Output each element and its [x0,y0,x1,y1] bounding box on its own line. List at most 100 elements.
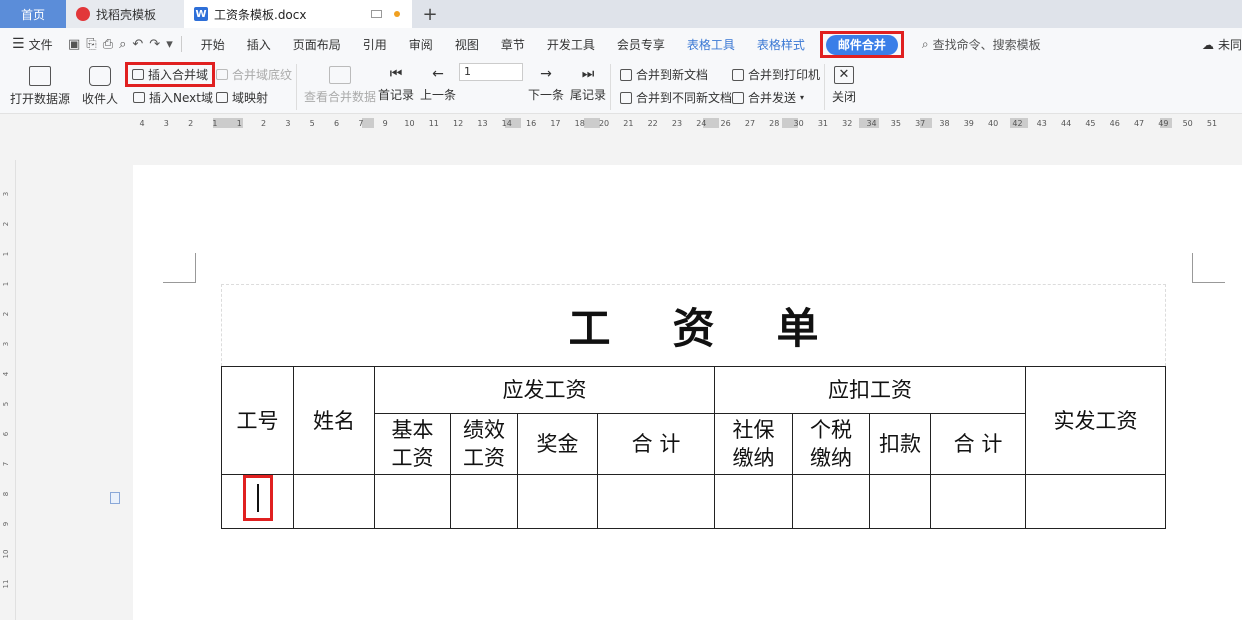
docer-logo-icon [76,7,90,21]
ruler-tick-label: 38 [939,119,949,128]
cell-performance[interactable] [450,474,518,529]
cell-net[interactable] [1025,474,1166,529]
table-tools-tab[interactable]: 表格工具 [676,36,746,53]
header-bonus[interactable]: 奖金 [517,413,598,475]
merge-to-new-doc-button[interactable]: 合并到新文档 [620,66,708,83]
shading-icon [216,69,228,80]
document-icon[interactable] [110,492,120,504]
cell-withhold[interactable] [869,474,931,529]
insert-next-field-button[interactable]: 插入Next域 [133,89,213,106]
file-menu[interactable]: ☰ 文件 [0,36,62,53]
cell-subtotal-1[interactable] [597,474,715,529]
recipient-button[interactable]: 收件人 [82,66,118,107]
view-merged-data-button[interactable]: 查看合并数据 [304,66,376,105]
export-icon[interactable]: ⎘ [86,37,96,52]
menu-item-4[interactable]: 审阅 [398,36,444,53]
title-box[interactable]: 工资单 [221,284,1166,366]
redo-icon[interactable]: ↷ [149,37,160,52]
open-data-source-button[interactable]: 打开数据源 [10,66,70,107]
new-tab-button[interactable]: + [412,0,448,28]
ruler-tick-label: 21 [623,119,633,128]
merge-to-different-docs-label: 合并到不同新文档 [636,91,733,105]
ruler-tick-label: 1 [212,119,217,128]
last-record-label: 尾记录 [570,88,607,102]
vruler-tick-label: 6 [2,431,10,436]
ruler-tick-label: 23 [672,119,682,128]
cell-tax[interactable] [792,474,870,529]
ruler-tick-label: 45 [1085,119,1095,128]
recipient-label: 收件人 [82,92,119,106]
insert-merge-field-button[interactable]: 插入合并域 [125,62,216,87]
command-search[interactable]: ⌕ 查找命令、搜索模板 [922,36,1041,53]
dropdown-icon[interactable]: ▾ [166,37,173,52]
merge-field-shading-button[interactable]: 合并域底纹 [216,66,292,83]
menu-item-5[interactable]: 视图 [444,36,490,53]
monitor-icon[interactable] [371,10,382,18]
mail-merge-tab[interactable]: 邮件合并 [825,34,898,55]
cell-id[interactable] [221,474,294,529]
ruler-tick-label: 34 [866,119,876,128]
header-deductions[interactable]: 应扣工资 [714,366,1026,414]
header-performance[interactable]: 绩效 工资 [450,413,518,475]
menu-item-8[interactable]: 会员专享 [606,36,676,53]
ruler-tick-label: 24 [696,119,706,128]
merge-to-printer-button[interactable]: 合并到打印机 [732,66,820,83]
menu-item-0[interactable]: 开始 [190,36,236,53]
prev-record-button[interactable]: ← 上一条 [420,66,456,103]
mail-merge-highlight: 邮件合并 [819,30,904,58]
tab-document[interactable]: W 工资条模板.docx [184,0,412,28]
horizontal-ruler[interactable]: 4 3 2 1 1 2 3 5 6 7 9 10 11 12 13 14 16 17 18 20 21 22 23 24 26 2… [0,114,1242,132]
header-tax[interactable]: 个税 缴纳 [792,413,870,475]
table-style-tab[interactable]: 表格样式 [746,36,816,53]
header-name[interactable]: 姓名 [293,366,375,475]
cloud-sync[interactable]: ☁ 未同 [1202,36,1242,53]
cell-base[interactable] [374,474,451,529]
header-payable[interactable]: 应发工资 [374,366,715,414]
tab-docer[interactable]: 找稻壳模板 [66,0,184,28]
save-icon[interactable]: ▣ [68,37,80,52]
record-number-input[interactable]: 1 [459,63,523,81]
menu-item-3[interactable]: 引用 [352,36,398,53]
preview-icon[interactable]: ⌕ [119,37,126,52]
view-merged-icon [329,66,351,84]
header-social[interactable]: 社保 缴纳 [714,413,793,475]
ruler-tick-label: 20 [599,119,609,128]
view-merged-label: 查看合并数据 [304,90,377,104]
document-title: 工资单 [568,304,881,353]
menu-item-2[interactable]: 页面布局 [282,36,352,53]
cell-bonus[interactable] [517,474,598,529]
tab-home[interactable]: 首页 [0,0,66,28]
menu-item-6[interactable]: 章节 [490,36,536,53]
cell-social[interactable] [714,474,793,529]
menu-item-1[interactable]: 插入 [236,36,282,53]
undo-icon[interactable]: ↶ [132,37,143,52]
cell-subtotal-2[interactable] [930,474,1026,529]
ruler-tick-label: 39 [964,119,974,128]
vertical-ruler[interactable]: 3 2 1 1 2 3 4 5 6 7 8 9 10 11 [0,160,16,620]
print-icon[interactable]: ⎙ [103,37,113,52]
field-mapping-button[interactable]: 域映射 [216,89,268,106]
header-base[interactable]: 基本 工资 [374,413,451,475]
header-withhold[interactable]: 扣款 [869,413,931,475]
ruler-tick-label: 3 [164,119,169,128]
merge-field-shading-label: 合并域底纹 [232,68,293,82]
arrow-left-icon: ← [432,66,444,82]
vruler-tick-label: 8 [2,492,10,496]
wage-table[interactable]: 工号 姓名 应发工资 应扣工资 实发工资 基本 工资 绩效 工资 奖金 合 计 社保… [221,366,1166,529]
merge-send-button[interactable]: 合并发送 ▾ [732,89,804,106]
ruler-tick-label: 17 [550,119,560,128]
header-net[interactable]: 实发工资 [1025,366,1166,475]
last-record-icon: ⏭ [581,66,595,82]
vruler-tick-label: 3 [2,192,10,196]
close-merge-button[interactable]: ✕ 关闭 [832,66,856,105]
merge-to-different-docs-button[interactable]: 合并到不同新文档 [620,89,732,106]
header-subtotal-1[interactable]: 合 计 [597,413,715,475]
header-id[interactable]: 工号 [221,366,294,475]
last-record-button[interactable]: ⏭ 尾记录 [570,66,606,103]
next-record-button[interactable]: → 下一条 [528,66,564,103]
cell-name[interactable] [293,474,375,529]
ruler-tick-label: 6 [334,119,339,128]
first-record-button[interactable]: ⏮ 首记录 [378,66,414,103]
menu-item-7[interactable]: 开发工具 [536,36,606,53]
header-subtotal-2[interactable]: 合 计 [930,413,1026,475]
